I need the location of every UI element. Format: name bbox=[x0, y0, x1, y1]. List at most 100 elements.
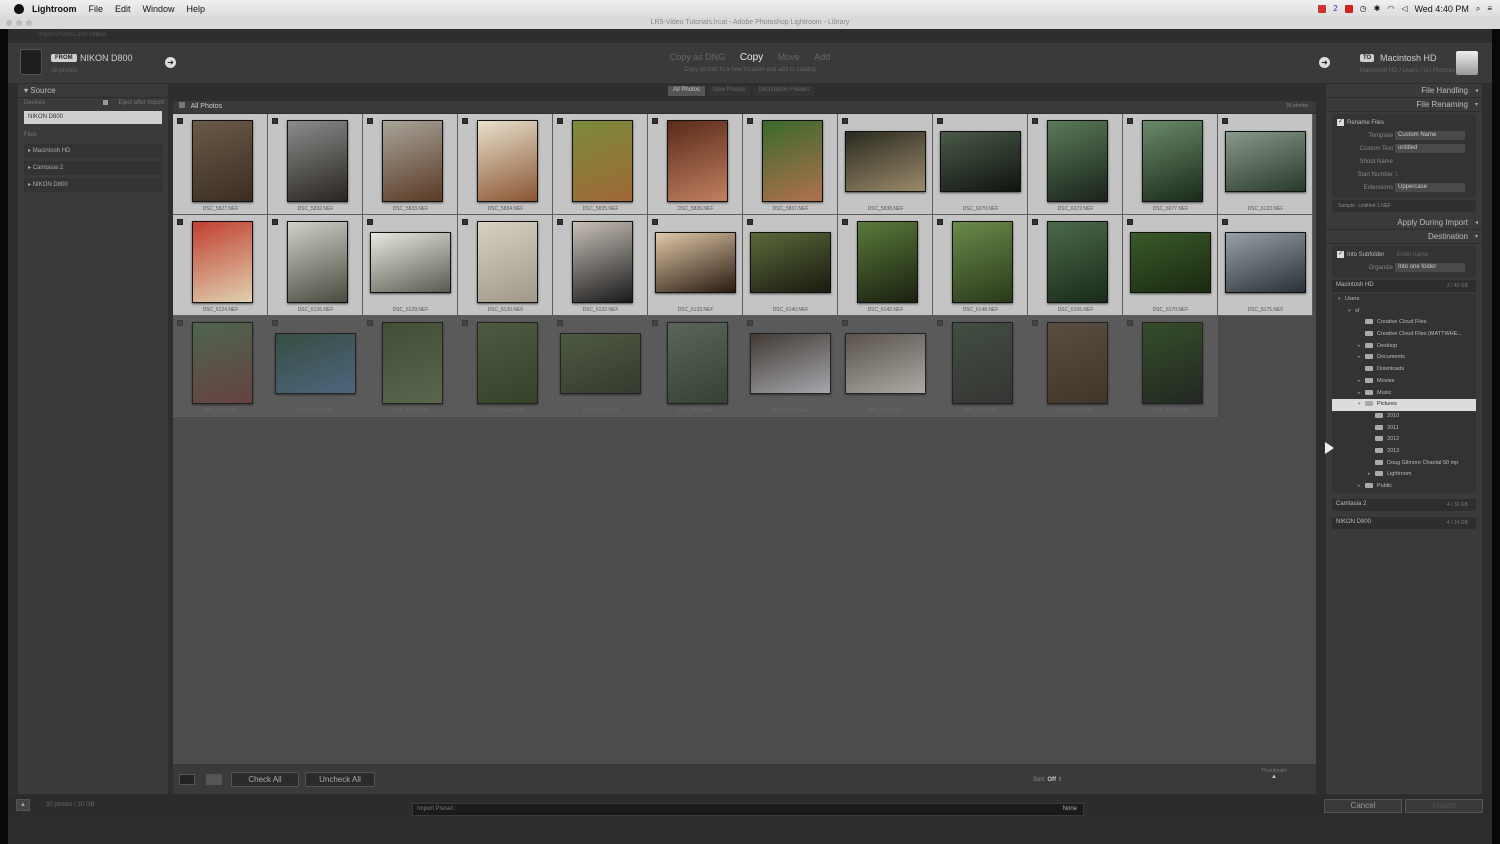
photo-cell[interactable]: DSC_5834.NEF bbox=[458, 114, 553, 215]
mode-move[interactable]: Move bbox=[778, 52, 800, 62]
photo-thumbnail[interactable] bbox=[477, 120, 538, 202]
photo-thumbnail[interactable] bbox=[572, 120, 633, 202]
photo-cell[interactable]: DSC_7165.NEF bbox=[173, 316, 268, 417]
include-checkbox[interactable] bbox=[652, 118, 658, 124]
photo-cell[interactable]: DSC_6070.NEF bbox=[933, 114, 1028, 215]
photo-cell[interactable]: DSC_7229.NEF bbox=[933, 316, 1028, 417]
loupe-view-icon[interactable] bbox=[206, 774, 222, 785]
folder-tree-item[interactable]: ▸ Movies bbox=[1332, 376, 1476, 388]
subfolder-name-field[interactable]: Enter name bbox=[1397, 252, 1428, 258]
menu-window[interactable]: Window bbox=[143, 4, 175, 14]
cancel-button[interactable]: Cancel bbox=[1324, 799, 1402, 813]
photo-thumbnail[interactable] bbox=[275, 333, 356, 394]
photo-cell[interactable]: DSC_6142.NEF bbox=[838, 215, 933, 316]
zoom-window-icon[interactable] bbox=[26, 20, 32, 26]
folder-tree-item[interactable]: Downloads bbox=[1332, 364, 1476, 376]
photo-thumbnail[interactable] bbox=[560, 333, 641, 394]
photo-thumbnail[interactable] bbox=[845, 131, 926, 192]
sort-control[interactable]: Sort: Off ⇕ bbox=[1033, 776, 1063, 783]
include-checkbox[interactable] bbox=[747, 320, 753, 326]
file-handling-header[interactable]: File Handling ◂ bbox=[1326, 84, 1482, 98]
include-checkbox[interactable] bbox=[177, 219, 183, 225]
import-button[interactable]: Import bbox=[1405, 799, 1483, 813]
include-checkbox[interactable] bbox=[462, 118, 468, 124]
photo-cell[interactable]: DSC_7184.NEF bbox=[458, 316, 553, 417]
photo-thumbnail[interactable] bbox=[382, 322, 443, 404]
folder-tree-item[interactable]: 2012 bbox=[1332, 434, 1476, 446]
photo-thumbnail[interactable] bbox=[1142, 120, 1203, 202]
folder-tree-item[interactable]: Creative Cloud Files (MATTWHE... bbox=[1332, 329, 1476, 341]
photo-cell[interactable]: DSC_6140.NEF bbox=[743, 215, 838, 316]
disclosure-triangle-icon[interactable]: ▸ bbox=[1358, 388, 1365, 400]
include-checkbox[interactable] bbox=[462, 219, 468, 225]
notification-badge[interactable]: 2 bbox=[1333, 4, 1337, 13]
photo-cell[interactable]: DSC_6130.NEF bbox=[458, 215, 553, 316]
folder-tree-item[interactable]: ▸ Documents bbox=[1332, 352, 1476, 364]
include-checkbox[interactable] bbox=[937, 118, 943, 124]
apple-icon[interactable] bbox=[14, 3, 24, 14]
photo-cell[interactable]: DSC_5836.NEF bbox=[648, 114, 743, 215]
folder-tree-item[interactable]: ▸ Public bbox=[1332, 481, 1476, 493]
photo-thumbnail[interactable] bbox=[1047, 120, 1108, 202]
photo-thumbnail[interactable] bbox=[382, 120, 443, 202]
eject-checkbox[interactable] bbox=[103, 100, 108, 105]
selected-device[interactable]: NIKON D800 bbox=[24, 111, 162, 124]
photo-cell[interactable]: DSC_7242.NEF bbox=[1123, 316, 1218, 417]
folder-tree-item[interactable]: ▾ Users bbox=[1332, 294, 1476, 306]
apply-during-import-header[interactable]: Apply During Import ◂ bbox=[1326, 216, 1482, 230]
include-checkbox[interactable] bbox=[367, 219, 373, 225]
folder-tree-item[interactable]: ▸ Lightroom bbox=[1332, 469, 1476, 481]
photo-cell[interactable]: DSC_5835.NEF bbox=[553, 114, 648, 215]
grid-view-icon[interactable] bbox=[179, 774, 195, 785]
photo-thumbnail[interactable] bbox=[192, 221, 253, 303]
disclosure-triangle-icon[interactable]: ▸ bbox=[1368, 469, 1375, 481]
photo-cell[interactable]: DSC_6175.NEF bbox=[1218, 215, 1313, 316]
include-checkbox[interactable] bbox=[177, 320, 183, 326]
folder-tree-item[interactable]: ▸ Desktop bbox=[1332, 341, 1476, 353]
source-volume[interactable]: ▸ NIKON D800 bbox=[24, 178, 162, 192]
photo-thumbnail[interactable] bbox=[1130, 232, 1211, 293]
folder-tree-item[interactable]: ▸ Music bbox=[1332, 388, 1476, 400]
record-icon[interactable] bbox=[1344, 4, 1353, 13]
mode-add[interactable]: Add bbox=[814, 52, 830, 62]
import-preset-bar[interactable]: Import Preset : None bbox=[412, 803, 1084, 816]
photo-thumbnail[interactable] bbox=[477, 322, 538, 404]
photo-thumbnail[interactable] bbox=[655, 232, 736, 293]
photo-thumbnail[interactable] bbox=[940, 131, 1021, 192]
menu-file[interactable]: File bbox=[89, 4, 104, 14]
include-checkbox[interactable] bbox=[1127, 219, 1133, 225]
photo-thumbnail[interactable] bbox=[952, 322, 1013, 404]
photo-thumbnail[interactable] bbox=[287, 221, 348, 303]
disclosure-triangle-icon[interactable]: ▸ bbox=[1358, 481, 1365, 493]
include-checkbox[interactable] bbox=[462, 320, 468, 326]
photo-cell[interactable]: DSC_5827.NEF bbox=[173, 114, 268, 215]
photo-thumbnail[interactable] bbox=[750, 333, 831, 394]
photo-cell[interactable]: DSC_6170.NEF bbox=[1123, 215, 1218, 316]
photo-cell[interactable]: DSC_5838.NEF bbox=[838, 114, 933, 215]
template-select[interactable]: Custom Name bbox=[1395, 131, 1465, 140]
photo-cell[interactable]: DSC_7176.NEF bbox=[363, 316, 458, 417]
include-checkbox[interactable] bbox=[367, 118, 373, 124]
photo-cell[interactable]: DSC_6072.NEF bbox=[1028, 114, 1123, 215]
start-number-field[interactable]: 1 bbox=[1395, 172, 1398, 178]
close-window-icon[interactable] bbox=[6, 20, 12, 26]
disclosure-triangle-icon[interactable]: ▸ bbox=[1358, 376, 1365, 388]
volume-camtasia[interactable]: Camtasia 2 4 / 36 GB bbox=[1332, 498, 1476, 511]
include-checkbox[interactable] bbox=[937, 219, 943, 225]
destination-header[interactable]: Destination ▾ bbox=[1326, 230, 1482, 244]
sort-value[interactable]: Off bbox=[1047, 777, 1056, 783]
photo-cell[interactable]: DSC_5837.NEF bbox=[743, 114, 838, 215]
menu-help[interactable]: Help bbox=[187, 4, 206, 14]
photo-thumbnail[interactable] bbox=[1225, 232, 1306, 293]
folder-tree-item[interactable]: 2011 bbox=[1332, 423, 1476, 435]
thumbnail-slider-icon[interactable]: ▲ bbox=[1261, 774, 1287, 780]
include-checkbox[interactable] bbox=[272, 118, 278, 124]
include-checkbox[interactable] bbox=[1222, 219, 1228, 225]
bluetooth-icon[interactable]: ✱ bbox=[1374, 4, 1381, 13]
disclosure-triangle-icon[interactable]: ▸ bbox=[1358, 352, 1365, 364]
photo-thumbnail[interactable] bbox=[287, 120, 348, 202]
photo-cell[interactable]: DSC_6077.NEF bbox=[1123, 114, 1218, 215]
include-checkbox[interactable] bbox=[937, 320, 943, 326]
include-checkbox[interactable] bbox=[1032, 219, 1038, 225]
photo-thumbnail[interactable] bbox=[1142, 322, 1203, 404]
